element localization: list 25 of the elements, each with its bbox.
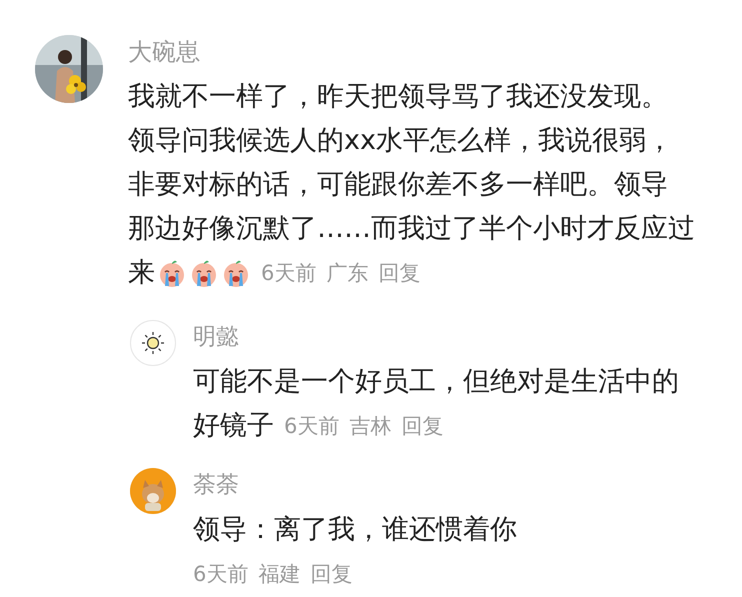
crying-face-icon — [221, 258, 251, 288]
comment-text: 可能不是一个好员工，但绝对是生活中的 — [193, 365, 679, 399]
comment-time: 6天前 — [261, 260, 316, 287]
comment-text: 领导问我候选人的xx水平怎么样，我说很弱， — [128, 124, 673, 158]
comment-text: 非要对标的话，可能跟你差不多一样吧。领导 — [128, 168, 668, 202]
author-name[interactable]: 大碗崽 — [128, 37, 695, 67]
crying-face-icon — [189, 258, 219, 288]
author-name[interactable]: 荼荼 — [193, 470, 517, 500]
comment-text: 领导：离了我，谁还惯着你 — [193, 513, 517, 547]
comment-location: 广东 — [326, 260, 368, 287]
comment-text: 那边好像沉默了……而我过了半个小时才反应过 — [128, 212, 695, 246]
reply-link[interactable]: 回复 — [378, 259, 420, 287]
avatar[interactable] — [130, 320, 176, 366]
reply-link[interactable]: 回复 — [310, 560, 352, 588]
author-name[interactable]: 明懿 — [193, 322, 679, 352]
comment-text: 我就不一样了，昨天把领导骂了我还没发现。 — [128, 80, 668, 114]
crying-face-icon — [157, 258, 187, 288]
reply-link[interactable]: 回复 — [401, 412, 444, 440]
sun-icon — [140, 330, 166, 356]
comment-time: 6天前 — [193, 561, 248, 588]
comment-text: 来 — [128, 256, 155, 290]
comment-text: 好镜子 — [193, 409, 274, 443]
comment-location: 福建 — [258, 561, 300, 588]
comment-time: 6天前 — [284, 413, 340, 440]
comment-location: 吉林 — [349, 413, 392, 440]
